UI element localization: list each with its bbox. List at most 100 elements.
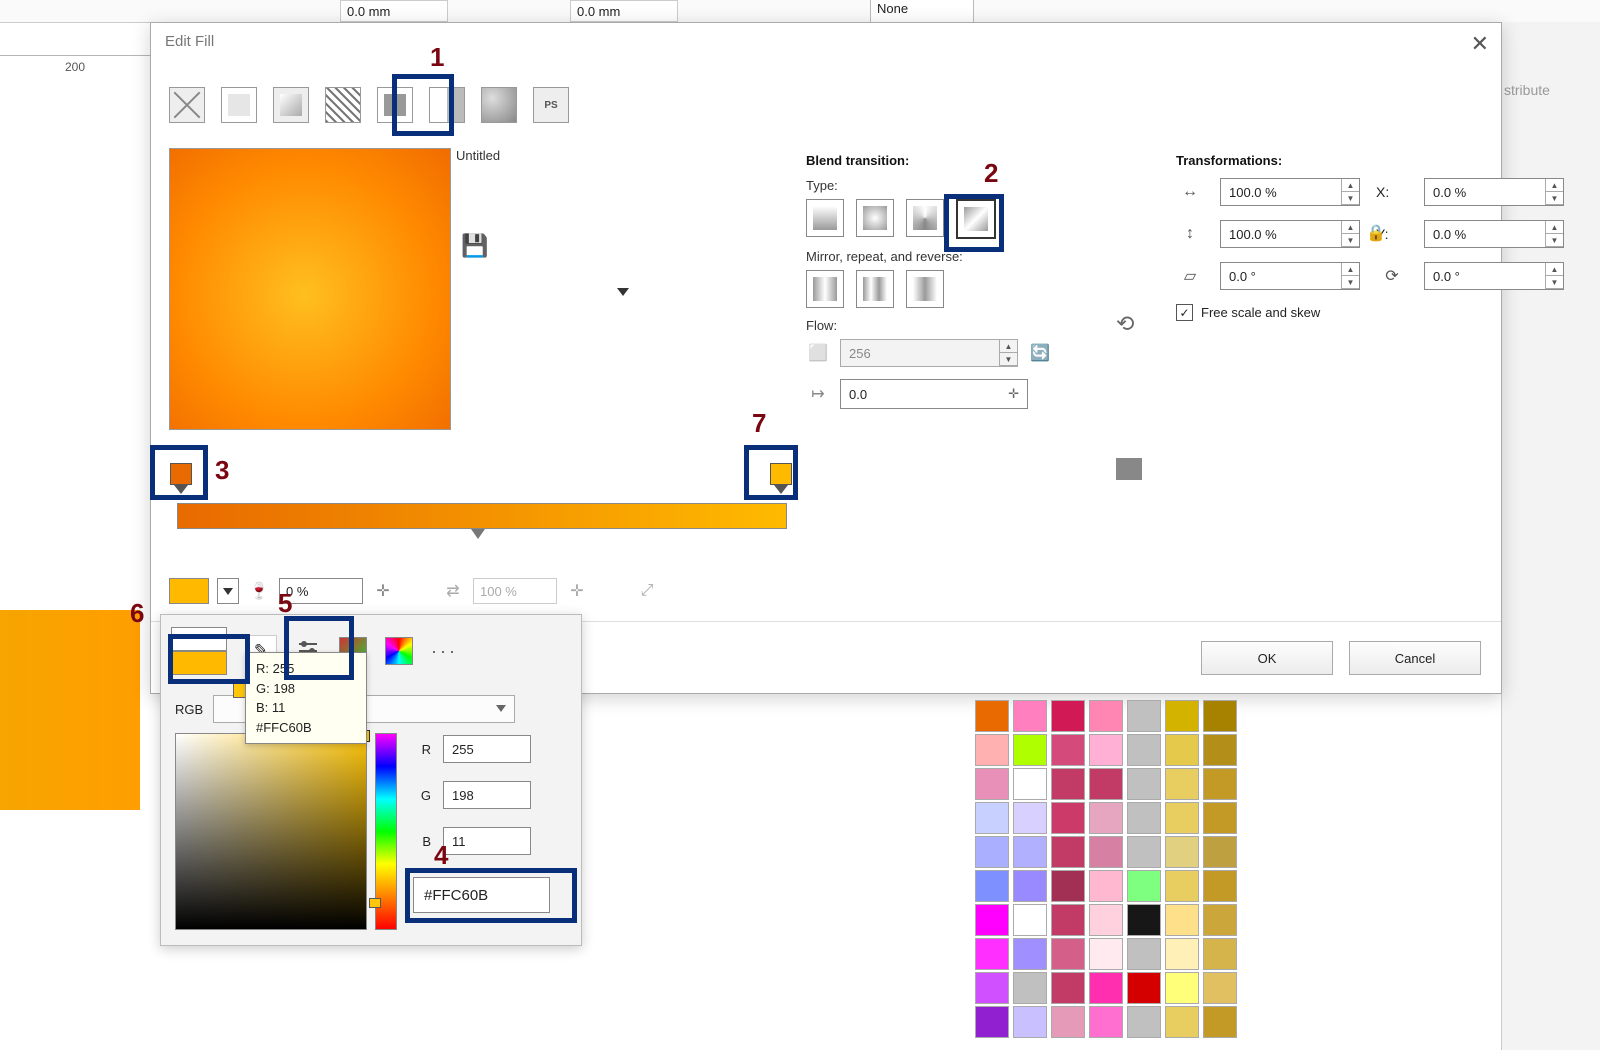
gradient-type-linear[interactable] [806, 199, 844, 237]
palette-swatch[interactable] [1127, 802, 1161, 834]
reverse-fill-icon[interactable]: ⟲ [1116, 311, 1134, 337]
palette-swatch[interactable] [1127, 700, 1161, 732]
node-color-dropdown[interactable] [217, 578, 239, 604]
palette-swatch[interactable] [1203, 836, 1237, 868]
expand-icon[interactable]: ⤢ [635, 579, 659, 603]
palette-swatch[interactable] [975, 938, 1009, 970]
transform-x-field[interactable]: 0.0 %▲▼ [1424, 178, 1564, 206]
fill-type-postscript[interactable]: PS [533, 87, 569, 123]
palette-swatch[interactable] [1203, 870, 1237, 902]
palette-swatch[interactable] [975, 870, 1009, 902]
palette-swatch[interactable] [1089, 700, 1123, 732]
color-palettes-icon[interactable] [385, 637, 413, 665]
field-y-mm[interactable]: 0.0 mm [570, 0, 678, 22]
palette-swatch[interactable] [1089, 904, 1123, 936]
palette-swatch[interactable] [1051, 1006, 1085, 1038]
palette-swatch[interactable] [1051, 938, 1085, 970]
palette-swatch[interactable] [1127, 972, 1161, 1004]
fill-type-vector-pattern[interactable] [325, 87, 361, 123]
fill-type-fountain[interactable] [273, 87, 309, 123]
palette-swatch[interactable] [1089, 768, 1123, 800]
gradient-preview[interactable] [169, 148, 451, 430]
palette-swatch[interactable] [1051, 734, 1085, 766]
selected-object[interactable] [0, 610, 140, 810]
palette-swatch[interactable] [1051, 700, 1085, 732]
palette-swatch[interactable] [1127, 938, 1161, 970]
palette-swatch[interactable] [975, 734, 1009, 766]
palette-swatch[interactable] [1089, 870, 1123, 902]
palette-swatch[interactable] [1127, 734, 1161, 766]
color-field[interactable] [175, 733, 367, 930]
palette-swatch[interactable] [1165, 1006, 1199, 1038]
node-color-swatch[interactable] [169, 578, 209, 604]
palette-swatch[interactable] [1013, 700, 1047, 732]
more-options-icon[interactable]: ··· [431, 641, 458, 662]
free-scale-checkbox[interactable]: ✓ [1176, 304, 1193, 321]
palette-swatch[interactable] [1013, 768, 1047, 800]
palette-swatch[interactable] [1165, 768, 1199, 800]
transparency-field[interactable]: 0 % [279, 578, 363, 604]
cancel-button[interactable]: Cancel [1349, 641, 1481, 675]
palette-swatch[interactable] [1127, 870, 1161, 902]
palette-swatch[interactable] [1203, 734, 1237, 766]
palette-swatch[interactable] [1127, 904, 1161, 936]
palette-swatch[interactable] [1089, 734, 1123, 766]
palette-swatch[interactable] [1051, 768, 1085, 800]
palette-swatch[interactable] [1013, 972, 1047, 1004]
palette-swatch[interactable] [1127, 836, 1161, 868]
lock-aspect-icon[interactable]: 🔒 [1366, 223, 1386, 243]
palette-swatch[interactable] [1165, 870, 1199, 902]
hue-marker[interactable] [369, 898, 381, 908]
palette-swatch[interactable] [1089, 836, 1123, 868]
gradient-type-elliptical[interactable] [856, 199, 894, 237]
fill-type-uniform[interactable] [221, 87, 257, 123]
gradient-type-rectangular[interactable] [956, 199, 996, 239]
palette-swatch[interactable] [1013, 870, 1047, 902]
mirror-repeat[interactable] [856, 270, 894, 308]
fill-type-bitmap-pattern[interactable] [377, 87, 413, 123]
ok-button[interactable]: OK [1201, 641, 1333, 675]
palette-swatch[interactable] [1203, 768, 1237, 800]
gradient-node-end[interactable] [768, 463, 794, 489]
palette-swatch[interactable] [1089, 1006, 1123, 1038]
palette-swatch[interactable] [1089, 938, 1123, 970]
gradient-node-start[interactable] [168, 463, 194, 489]
transform-height-field[interactable]: 100.0 %▲▼ [1220, 220, 1360, 248]
fill-type-texture[interactable] [481, 87, 517, 123]
palette-swatch[interactable] [975, 1006, 1009, 1038]
palette-swatch[interactable] [1127, 1006, 1161, 1038]
palette-swatch[interactable] [1051, 904, 1085, 936]
save-preset-icon[interactable]: 💾 [461, 233, 489, 261]
palette-swatch[interactable] [1127, 768, 1161, 800]
palette-swatch[interactable] [1051, 836, 1085, 868]
palette-swatch[interactable] [1089, 802, 1123, 834]
transform-y-field[interactable]: 0.0 %▲▼ [1424, 220, 1564, 248]
fill-type-none[interactable] [169, 87, 205, 123]
palette-swatch[interactable] [1051, 802, 1085, 834]
canvas-area[interactable] [0, 85, 150, 1050]
palette-swatch[interactable] [1013, 938, 1047, 970]
palette-swatch[interactable] [1203, 904, 1237, 936]
document-palette[interactable] [975, 700, 1237, 1038]
palette-swatch[interactable] [975, 802, 1009, 834]
preset-name-label[interactable]: Untitled [456, 148, 626, 172]
palette-swatch[interactable] [1165, 904, 1199, 936]
palette-swatch[interactable] [1051, 870, 1085, 902]
close-icon[interactable]: ✕ [1471, 31, 1489, 57]
palette-swatch[interactable] [1165, 734, 1199, 766]
palette-swatch[interactable] [1165, 802, 1199, 834]
node-position-field[interactable]: 0.0 ✛ [840, 379, 1028, 409]
palette-swatch[interactable] [1013, 802, 1047, 834]
gradient-midpoint-marker[interactable] [471, 529, 485, 539]
palette-swatch[interactable] [1203, 1006, 1237, 1038]
palette-swatch[interactable] [1165, 700, 1199, 732]
palette-swatch[interactable] [1013, 904, 1047, 936]
palette-swatch[interactable] [975, 700, 1009, 732]
fill-type-two-color[interactable] [429, 87, 465, 123]
palette-swatch[interactable] [1013, 836, 1047, 868]
palette-swatch[interactable] [975, 904, 1009, 936]
palette-swatch[interactable] [975, 972, 1009, 1004]
transform-skew-field[interactable]: 0.0 °▲▼ [1220, 262, 1360, 290]
mirror-default[interactable] [806, 270, 844, 308]
mirror-reverse[interactable] [906, 270, 944, 308]
